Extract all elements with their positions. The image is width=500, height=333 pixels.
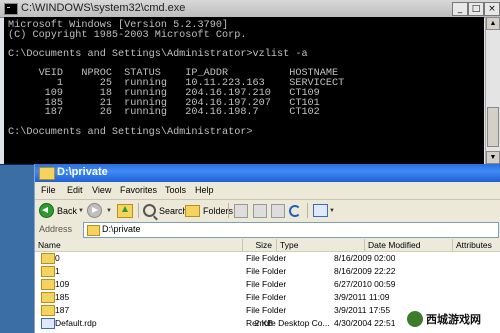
back-arrow-icon [39,203,54,218]
toolbar-separator [138,203,139,218]
chevron-down-icon: ▼ [78,207,84,214]
column-header-name[interactable]: Name [35,239,243,251]
toolbar-separator [307,203,308,218]
chevron-down-icon: ▼ [329,207,335,214]
folder-icon [87,225,100,236]
scroll-down-arrow-icon[interactable]: ▼ [486,151,500,164]
file-type: File Folder [246,292,287,302]
file-type: File Folder [246,279,287,289]
file-date: 3/9/2011 11:09 [334,292,390,302]
watermark-text: 西城游戏网 [426,314,481,326]
forward-arrow-icon [87,203,102,218]
file-name: 0 [55,253,60,263]
file-name: 1 [55,266,60,276]
folders-button[interactable]: Folders [185,202,233,219]
copy-to-button[interactable] [253,202,267,219]
watermark-emblem-icon [407,311,423,327]
file-date: 3/9/2011 17:55 [334,305,391,315]
cmd-window: C:\WINDOWS\system32\cmd.exe _ □ × Micros… [0,0,500,165]
file-name: Default.rdp [55,318,97,328]
file-date: 6/27/2010 00:59 [334,279,396,289]
file-name: 109 [55,279,70,289]
address-value: D:\private [102,224,141,234]
console-line: (C) Copyright 1985-2003 Microsoft Corp. [8,29,247,41]
file-name: 187 [55,305,70,315]
table-row[interactable]: 185 File Folder 3/9/2011 11:09 [35,291,500,303]
explorer-window-title: D:\private [57,166,108,178]
views-icon [313,204,328,217]
column-header-date-modified[interactable]: Date Modified [365,239,453,251]
column-header-attributes[interactable]: Attributes [453,239,500,251]
menu-view[interactable]: View [92,185,111,195]
address-input[interactable]: D:\private [83,222,499,238]
undo-icon [289,204,301,217]
file-name: 185 [55,292,70,302]
file-date: 8/16/2009 22:22 [334,266,396,276]
console-line: C:\Documents and Settings\Administrator>… [8,49,308,61]
folder-up-icon [117,203,133,218]
watermark-logo: 西城游戏网 [404,308,496,330]
scroll-thumb[interactable] [487,107,499,147]
chevron-down-icon: ▼ [106,207,112,214]
search-icon [143,204,156,217]
menu-file[interactable]: File [41,185,56,195]
folder-icon [41,266,55,277]
menu-tools[interactable]: Tools [165,185,186,195]
copy-to-icon [253,203,267,218]
table-row[interactable]: 0 File Folder 8/16/2009 02:00 [35,252,500,264]
move-to-icon [234,203,248,218]
cmd-window-title: C:\WINDOWS\system32\cmd.exe [21,2,186,14]
folder-icon [39,167,55,180]
folders-icon [185,204,200,217]
table-row[interactable]: 1 File Folder 8/16/2009 22:22 [35,265,500,277]
table-row[interactable]: 109 File Folder 6/27/2010 00:59 [35,278,500,290]
standard-toolbar: Back ▼ ▼ Search Folders ▼ [35,200,500,222]
rdp-file-icon [41,318,55,329]
file-date: 4/30/2004 22:51 [334,318,396,328]
cmd-close-button[interactable]: × [484,2,500,16]
views-button[interactable]: ▼ [313,202,335,219]
menu-help[interactable]: Help [195,185,214,195]
menu-favorites[interactable]: Favorites [120,185,157,195]
folder-icon [41,253,55,264]
toolbar-separator [228,203,229,218]
menu-bar: File Edit View Favorites Tools Help [35,182,500,200]
delete-icon [271,203,285,218]
folder-icon [41,292,55,303]
explorer-titlebar[interactable]: D:\private [35,164,500,182]
menu-edit[interactable]: Edit [67,185,83,195]
address-label: Address [39,224,73,234]
console-line: 187 26 running 204.16.198.7 CT102 [8,107,320,119]
column-header-size[interactable]: Size [243,239,277,251]
search-button[interactable]: Search [143,202,188,219]
back-button[interactable]: Back ▼ [39,202,84,219]
back-button-label: Back [57,205,78,216]
search-button-label: Search [159,205,188,216]
cmd-minimize-button[interactable]: _ [452,2,468,16]
column-header-row: Name Size Type Date Modified Attributes [35,239,500,252]
move-to-button[interactable] [234,202,248,219]
address-bar: Address D:\private [35,221,500,240]
file-type: File Folder [246,266,287,276]
cmd-app-icon [4,3,18,15]
column-header-type[interactable]: Type [277,239,365,251]
scroll-up-arrow-icon[interactable]: ▲ [486,17,500,30]
undo-button[interactable] [289,202,301,219]
cmd-console-output[interactable]: Microsoft Windows [Version 5.2.3790] (C)… [4,17,484,164]
file-type: Remote Desktop Co... [246,318,330,328]
forward-button[interactable]: ▼ [87,202,112,219]
up-folder-button[interactable] [117,202,133,219]
file-type: File Folder [246,305,287,315]
cmd-titlebar[interactable]: C:\WINDOWS\system32\cmd.exe _ □ × [0,0,500,18]
folder-icon [41,305,55,316]
delete-button[interactable] [271,202,285,219]
file-type: File Folder [246,253,287,263]
console-line: C:\Documents and Settings\Administrator> [8,126,253,138]
folder-icon [41,279,55,290]
cmd-vertical-scrollbar[interactable]: ▲ ▼ [485,17,500,164]
cmd-maximize-button[interactable]: □ [468,2,484,16]
file-date: 8/16/2009 02:00 [334,253,396,263]
